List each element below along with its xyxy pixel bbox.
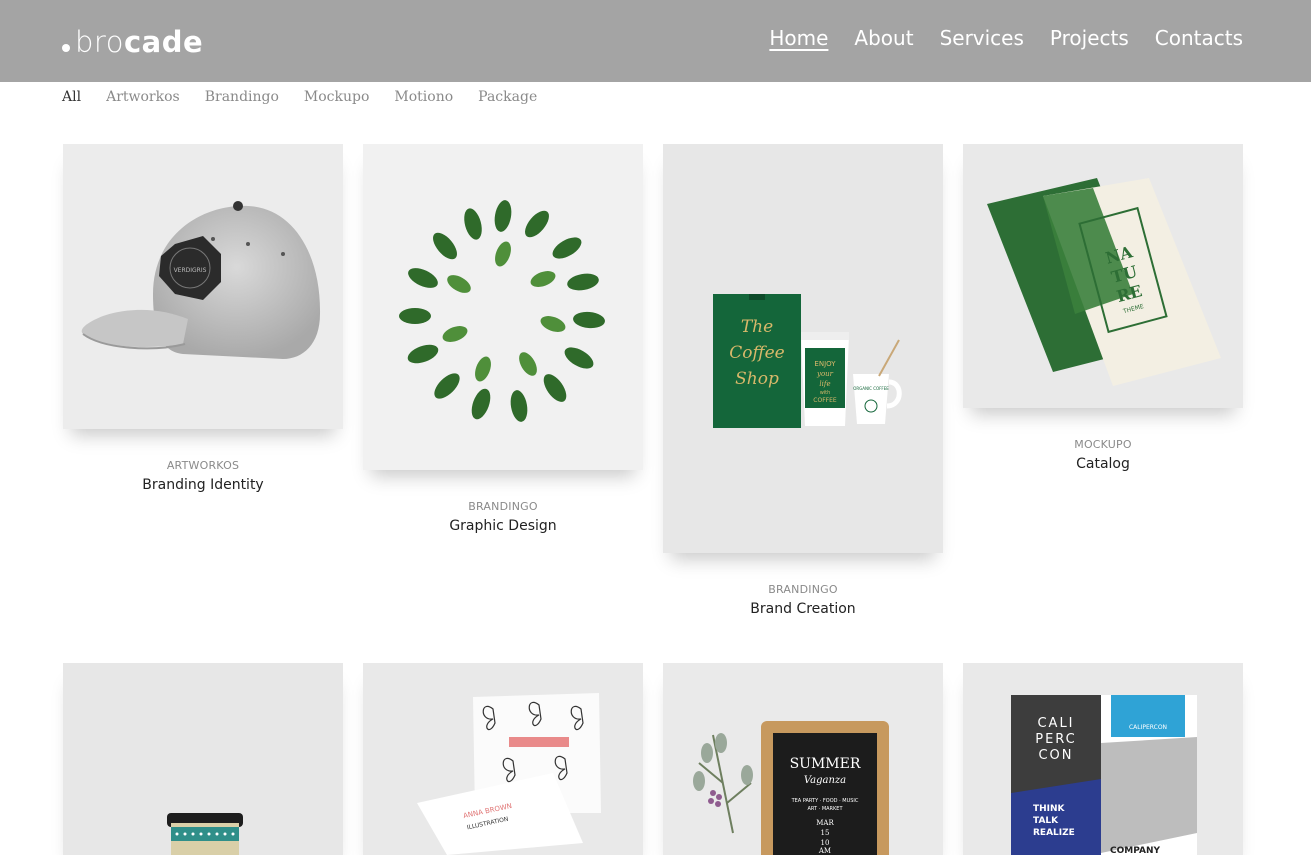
portfolio-title[interactable]: Branding Identity	[63, 477, 343, 493]
brochure-text-6: TALK	[1033, 816, 1059, 826]
logo-text-light: bro	[75, 25, 124, 59]
brochure-illustration: CALI PERC CON CALIPERCON THINK TALK REAL…	[1011, 695, 1197, 855]
butterfly-illustration: ANNA BROWN ILLUSTRATION	[417, 693, 601, 855]
logo-text-bold: cade	[123, 25, 204, 59]
board-text-8: AM	[818, 847, 831, 855]
board-text-1: SUMMER	[790, 756, 861, 772]
catalog-image[interactable]: NA TU RE THEME	[963, 144, 1243, 408]
board-text-4: ART · MARKET	[807, 806, 843, 812]
bag-text-1: The	[741, 317, 773, 337]
brochure-text-4: CALIPERCON	[1129, 724, 1167, 731]
portfolio-item[interactable]: ANNA BROWN ILLUSTRATION	[363, 663, 643, 855]
portfolio-item[interactable]: BRANDINGO Graphic Design	[363, 144, 643, 534]
nav-services[interactable]: Services	[940, 26, 1024, 50]
site-header: bro cade Home About Services Projects Con…	[0, 0, 1311, 82]
coffee-illustration: The Coffee Shop ENJOY your life with COF…	[713, 294, 902, 428]
portfolio-item[interactable]: NA TU RE THEME MOCKUPO Catalog	[963, 144, 1243, 472]
portfolio-meta: ARTWORKOS Branding Identity	[63, 459, 343, 493]
bag-text-3: Shop	[735, 369, 779, 389]
mug-text: ORGANIC COFFEE	[853, 386, 889, 391]
cup-text-1: ENJOY	[814, 360, 836, 368]
nav-home[interactable]: Home	[769, 26, 828, 50]
catalog-illustration: NA TU RE THEME	[987, 178, 1221, 386]
brochure-text-8: COMPANY	[1110, 846, 1160, 855]
main-nav: Home About Services Projects Contacts	[769, 26, 1243, 50]
portfolio-filters: All Artworkos Brandingo Mockupo Motiono …	[62, 89, 537, 105]
chalkboard-illustration: SUMMER Vaganza TEA PARTY · FOOD · MUSIC …	[693, 721, 889, 855]
butterfly-image[interactable]: ANNA BROWN ILLUSTRATION	[363, 663, 643, 855]
cap-badge-text: VERDIGRIS	[174, 267, 207, 274]
cup-text-2: your	[816, 370, 834, 378]
portfolio-item[interactable]: SUMMER Vaganza TEA PARTY · FOOD · MUSIC …	[663, 663, 943, 855]
board-text-7: 10	[821, 839, 830, 847]
filter-mockupo[interactable]: Mockupo	[304, 89, 370, 105]
board-text-6: 15	[821, 829, 830, 837]
bag-text-2: Coffee	[729, 343, 784, 363]
portfolio-category: BRANDINGO	[768, 583, 838, 596]
portfolio-category: BRANDINGO	[468, 500, 538, 513]
cup-text-4: with	[820, 390, 831, 396]
filter-motiono[interactable]: Motiono	[394, 89, 453, 105]
filter-brandingo[interactable]: Brandingo	[205, 89, 279, 105]
chalkboard-image[interactable]: SUMMER Vaganza TEA PARTY · FOOD · MUSIC …	[663, 663, 943, 855]
brochure-image[interactable]: CALI PERC CON CALIPERCON THINK TALK REAL…	[963, 663, 1243, 855]
cup-image[interactable]	[63, 663, 343, 855]
brand-logo[interactable]: bro cade	[62, 24, 203, 60]
nav-about[interactable]: About	[854, 26, 913, 50]
portfolio-item[interactable]: VERDIGRIS ARTWORKOS Branding Identity	[63, 144, 343, 493]
cap-illustration: VERDIGRIS	[81, 201, 321, 359]
cup-text-5: COFFEE	[813, 397, 837, 404]
portfolio-meta: MOCKUPO Catalog	[963, 438, 1243, 472]
brochure-text-3: CON	[1038, 748, 1073, 763]
coffee-image[interactable]: The Coffee Shop ENJOY your life with COF…	[663, 144, 943, 553]
logo-dot-icon	[62, 43, 70, 52]
leaves-image[interactable]	[363, 144, 643, 470]
leaves-illustration	[399, 200, 605, 422]
cup-illustration	[167, 813, 243, 855]
portfolio-item[interactable]	[63, 663, 343, 855]
nav-projects[interactable]: Projects	[1050, 26, 1129, 50]
board-text-5: MAR	[816, 819, 834, 827]
brochure-text-7: REALIZE	[1033, 828, 1075, 838]
portfolio-category: ARTWORKOS	[166, 459, 240, 472]
filter-artworkos[interactable]: Artworkos	[106, 89, 180, 105]
portfolio-item[interactable]: CALI PERC CON CALIPERCON THINK TALK REAL…	[963, 663, 1243, 855]
portfolio-category: MOCKUPO	[1074, 438, 1132, 451]
portfolio-title[interactable]: Catalog	[963, 456, 1243, 472]
filter-package[interactable]: Package	[478, 89, 537, 105]
board-text-2: Vaganza	[804, 775, 846, 786]
filter-all[interactable]: All	[62, 89, 81, 105]
portfolio-title[interactable]: Graphic Design	[363, 518, 643, 534]
cup-text-3: life	[819, 380, 830, 388]
brochure-text-2: PERC	[1035, 732, 1077, 747]
brochure-text-1: CALI	[1037, 716, 1074, 731]
cap-image[interactable]: VERDIGRIS	[63, 144, 343, 429]
portfolio-meta: BRANDINGO Graphic Design	[363, 500, 643, 534]
portfolio-meta: BRANDINGO Brand Creation	[663, 583, 943, 617]
board-text-3: TEA PARTY · FOOD · MUSIC	[791, 798, 859, 804]
brochure-text-5: THINK	[1033, 804, 1066, 814]
nav-contacts[interactable]: Contacts	[1155, 26, 1243, 50]
portfolio-item[interactable]: The Coffee Shop ENJOY your life with COF…	[663, 144, 943, 617]
portfolio-title[interactable]: Brand Creation	[663, 601, 943, 617]
